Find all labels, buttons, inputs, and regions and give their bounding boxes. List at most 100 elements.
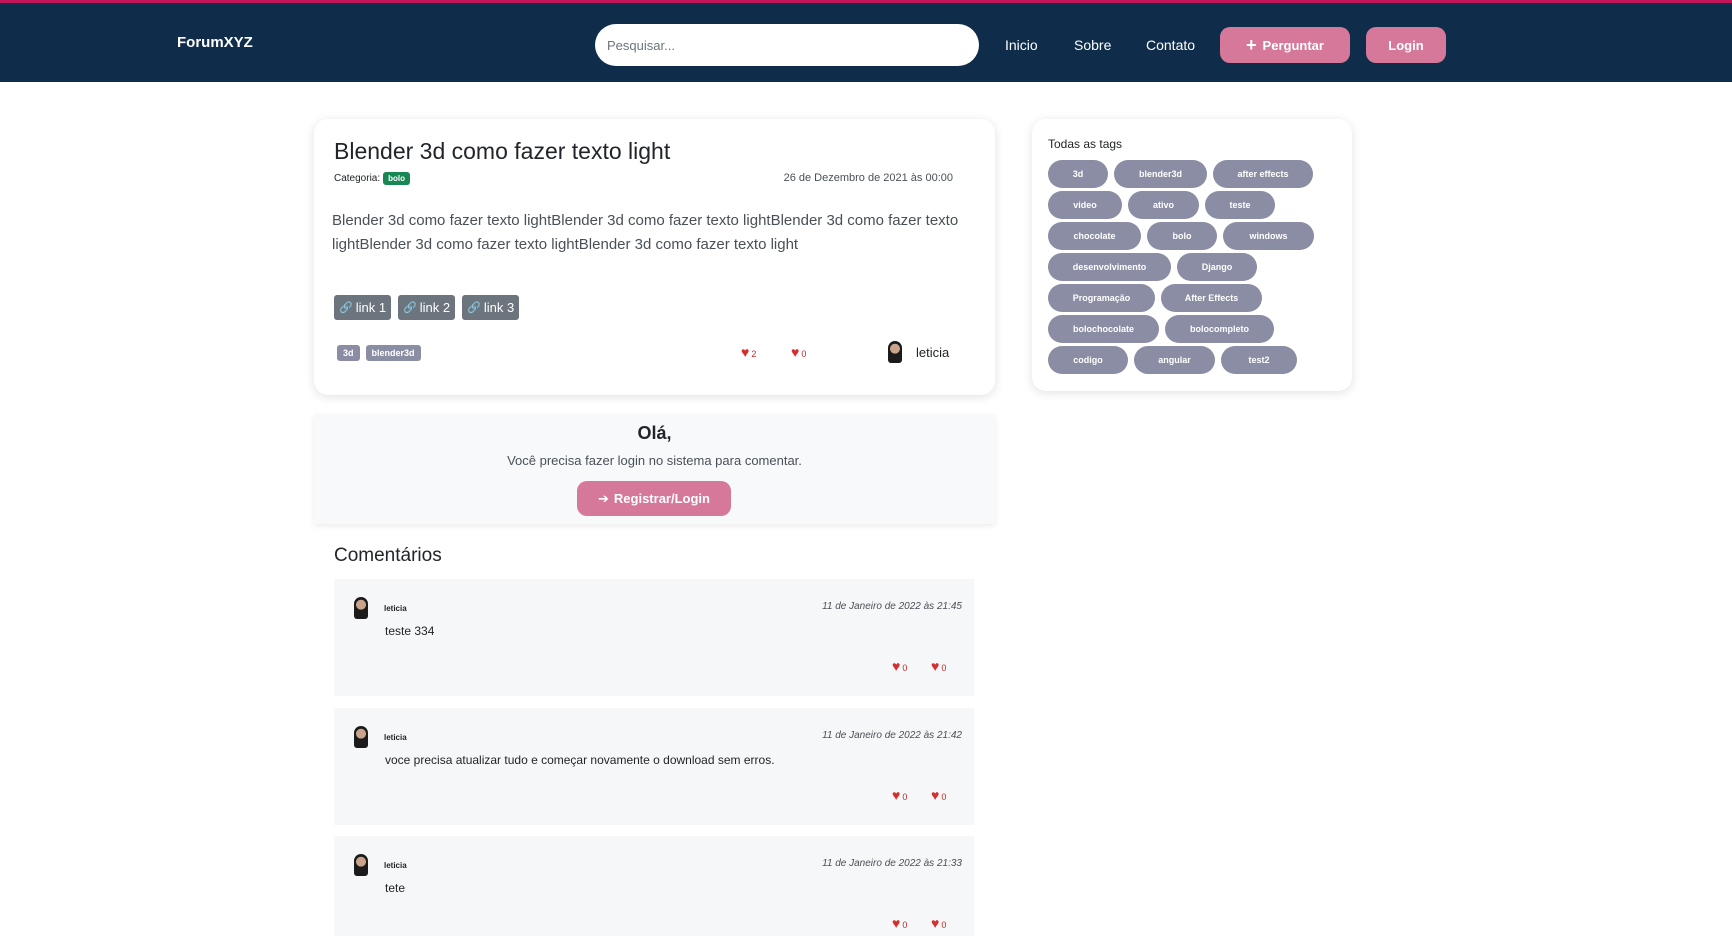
link-label: link 2: [419, 300, 451, 315]
ask-button[interactable]: + Perguntar: [1220, 27, 1350, 63]
comment-like-button[interactable]: ♥ 0: [892, 916, 907, 930]
link-button[interactable]: 🔗 link 2: [398, 295, 456, 320]
question-date: 26 de Dezembro de 2021 às 00:00: [783, 172, 953, 184]
link-icon: 🔗: [403, 302, 417, 314]
tag-pill[interactable]: after effects: [1213, 160, 1313, 188]
register-login-button[interactable]: ➔ Registrar/Login: [577, 481, 731, 516]
question-body: Blender 3d como fazer texto lightBlender…: [332, 212, 959, 253]
question-tags: 3d blender3d: [337, 345, 421, 361]
comment-text: voce precisa atualizar tudo e começar no…: [385, 753, 775, 767]
brand-logo[interactable]: ForumXYZ: [177, 34, 253, 51]
avatar: [354, 597, 368, 619]
tag-pill[interactable]: Programação: [1048, 284, 1155, 312]
tag-pill[interactable]: test2: [1221, 346, 1297, 374]
category-label: Categoria:: [334, 173, 381, 184]
tag-pill[interactable]: bolocompleto: [1165, 315, 1274, 343]
all-tags-title: Todas as tags: [1048, 137, 1123, 151]
dislike-count: 0: [941, 920, 947, 930]
login-button[interactable]: Login: [1366, 27, 1446, 63]
question-card: Blender 3d como fazer texto light Catego…: [314, 119, 995, 395]
like-count: 2: [751, 349, 757, 359]
comment-item: leticia 11 de Janeiro de 2022 às 21:33 t…: [334, 836, 974, 936]
tag-pill[interactable]: ativo: [1128, 191, 1199, 219]
tag-pill[interactable]: desenvolvimento: [1048, 253, 1171, 281]
login-message: Você precisa fazer login no sistema para…: [507, 453, 802, 468]
nav-link-contato[interactable]: Contato: [1146, 37, 1195, 53]
heart-icon: ♥: [892, 658, 901, 674]
tag-pill[interactable]: Django: [1177, 253, 1257, 281]
link-button[interactable]: 🔗 link 3: [462, 295, 520, 320]
tag-pill[interactable]: bolochocolate: [1048, 315, 1159, 343]
question-author[interactable]: leticia: [888, 341, 949, 363]
dislike-count: 0: [941, 663, 947, 673]
question-title: Blender 3d como fazer texto light: [334, 138, 671, 164]
comment-text: tete: [385, 881, 406, 895]
like-count: 0: [902, 920, 908, 930]
tag-pill[interactable]: codigo: [1048, 346, 1128, 374]
plus-icon: +: [1246, 35, 1257, 55]
link-icon: 🔗: [339, 302, 353, 314]
link-button[interactable]: 🔗 link 1: [334, 295, 392, 320]
tag-pill[interactable]: windows: [1223, 222, 1314, 250]
comment-date: 11 de Janeiro de 2022 às 21:42: [822, 730, 962, 741]
comments-title: Comentários: [334, 545, 442, 566]
comment-date: 11 de Janeiro de 2022 às 21:45: [822, 601, 962, 612]
category-badge[interactable]: bolo: [383, 172, 411, 185]
dislike-button[interactable]: ♥ 0: [791, 345, 806, 359]
tag-pill[interactable]: angular: [1134, 346, 1215, 374]
like-count: 0: [902, 792, 908, 802]
navbar: ForumXYZ Inicio Sobre Contato + Pergunta…: [0, 0, 1732, 82]
nav-link-sobre[interactable]: Sobre: [1074, 37, 1111, 53]
login-button-label: Login: [1388, 37, 1424, 53]
like-count: 0: [902, 663, 908, 673]
question-tag[interactable]: 3d: [337, 345, 360, 361]
broken-heart-icon: ♥: [931, 787, 940, 803]
question-links: 🔗 link 1 🔗 link 2 🔗 link 3: [334, 295, 520, 320]
tag-pill[interactable]: blender3d: [1114, 160, 1207, 188]
broken-heart-icon: ♥: [791, 344, 800, 360]
register-login-label: Registrar/Login: [613, 491, 710, 506]
comment-user[interactable]: leticia: [384, 733, 407, 742]
tag-pill[interactable]: chocolate: [1048, 222, 1141, 250]
author-name: leticia: [916, 344, 950, 360]
comment-text: teste 334: [385, 624, 435, 638]
broken-heart-icon: ♥: [931, 658, 940, 674]
login-prompt: Olá, Você precisa fazer login no sistema…: [314, 414, 995, 524]
heart-icon: ♥: [892, 915, 901, 931]
ask-button-label: Perguntar: [1262, 37, 1324, 53]
tag-pill[interactable]: bolo: [1147, 222, 1217, 250]
avatar: [354, 854, 368, 876]
greeting: Olá,: [637, 423, 672, 443]
link-label: link 3: [483, 300, 515, 315]
comment-dislike-button[interactable]: ♥ 0: [931, 916, 946, 930]
dislike-count: 0: [941, 792, 947, 802]
comment-user[interactable]: leticia: [384, 604, 407, 613]
comment-dislike-button[interactable]: ♥ 0: [931, 659, 946, 673]
comment-item: leticia 11 de Janeiro de 2022 às 21:42 v…: [334, 708, 974, 825]
sign-in-icon: ➔: [598, 490, 609, 506]
avatar: [888, 341, 902, 363]
comment-like-button[interactable]: ♥ 0: [892, 659, 907, 673]
avatar: [354, 726, 368, 748]
tag-pill[interactable]: video: [1048, 191, 1122, 219]
question-category: Categoria: bolo: [334, 172, 411, 185]
nav-link-inicio[interactable]: Inicio: [1005, 37, 1038, 53]
tag-pill[interactable]: After Effects: [1161, 284, 1262, 312]
like-button[interactable]: ♥ 2: [741, 345, 756, 359]
comment-like-button[interactable]: ♥ 0: [892, 788, 907, 802]
comment-dislike-button[interactable]: ♥ 0: [931, 788, 946, 802]
tag-pill[interactable]: teste: [1205, 191, 1275, 219]
link-icon: 🔗: [467, 302, 481, 314]
comment-date: 11 de Janeiro de 2022 às 21:33: [822, 858, 962, 869]
comment-item: leticia 11 de Janeiro de 2022 às 21:45 t…: [334, 579, 974, 696]
comment-user[interactable]: leticia: [384, 861, 407, 870]
heart-icon: ♥: [741, 344, 750, 360]
link-label: link 1: [355, 300, 387, 315]
broken-heart-icon: ♥: [931, 915, 940, 931]
all-tags-panel: Todas as tags 3d blender3d after effects…: [1032, 119, 1352, 391]
question-tag[interactable]: blender3d: [365, 345, 421, 361]
dislike-count: 0: [801, 349, 807, 359]
search-input[interactable]: [595, 24, 979, 66]
tag-pill[interactable]: 3d: [1048, 160, 1108, 188]
tags-list: 3d blender3d after effects video ativo t…: [1048, 160, 1343, 374]
